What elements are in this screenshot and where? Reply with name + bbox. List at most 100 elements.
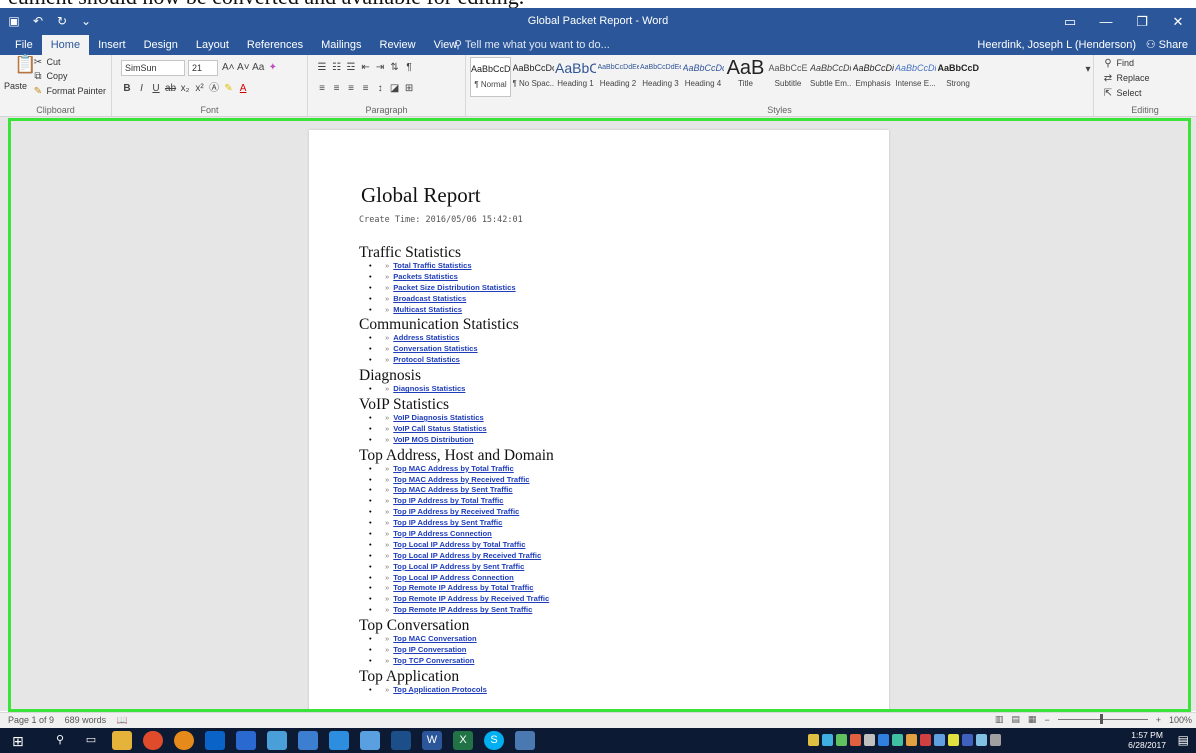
copy-button[interactable]: ⧉ Copy	[32, 70, 67, 84]
increase-indent-icon[interactable]: ⇥	[374, 61, 386, 75]
report-link[interactable]: Diagnosis Statistics	[393, 384, 465, 393]
proofing-icon[interactable]: 📖	[117, 715, 128, 725]
web-layout-icon[interactable]: ▦	[1028, 714, 1037, 725]
skype-icon[interactable]: S	[484, 731, 504, 750]
numbering-icon[interactable]: ☷	[331, 61, 343, 75]
app-icon-3[interactable]	[298, 731, 318, 750]
report-link[interactable]: Top IP Address Connection	[393, 529, 492, 538]
shrink-font-icon[interactable]: A˅	[237, 61, 250, 75]
report-link[interactable]: Conversation Statistics	[393, 344, 477, 353]
shading-icon[interactable]: ◪	[389, 82, 401, 96]
report-link[interactable]: Top IP Address by Total Traffic	[393, 496, 503, 505]
style-card[interactable]: AaBbCcDi Intense E...	[895, 57, 936, 97]
report-link[interactable]: VoIP MOS Distribution	[393, 435, 473, 444]
style-card[interactable]: AaBbC(Heading 1	[555, 57, 596, 97]
tray-icon-11[interactable]	[948, 734, 959, 746]
align-left-icon[interactable]: ≡	[316, 82, 328, 96]
clock[interactable]: 1:57 PM 6/28/2017	[1128, 730, 1166, 750]
zoom-in-icon[interactable]: +	[1156, 715, 1161, 725]
tell-me-box[interactable]: ⚲ Tell me what you want to do...	[454, 38, 610, 52]
style-card[interactable]: AaBbCcDdEe Heading 3	[640, 57, 681, 97]
tray-icon-8[interactable]	[906, 734, 917, 746]
change-case-icon[interactable]: Aa	[252, 61, 264, 75]
app-icon-6[interactable]	[391, 731, 411, 750]
multilevel-list-icon[interactable]: ☲	[345, 61, 357, 75]
pilcrow-icon[interactable]: ¶	[403, 61, 415, 75]
align-right-icon[interactable]: ≡	[345, 82, 357, 96]
borders-icon[interactable]: ⊞	[403, 82, 415, 96]
grow-font-icon[interactable]: A˄	[222, 61, 235, 75]
document-page[interactable]: Global Report Create Time: 2016/05/06 15…	[309, 130, 889, 711]
subscript-icon[interactable]: x₂	[179, 82, 191, 96]
text-effects-icon[interactable]: Ⓐ	[208, 82, 220, 96]
file-explorer-icon[interactable]	[112, 731, 132, 750]
report-link[interactable]: VoIP Diagnosis Statistics	[393, 413, 483, 422]
report-link[interactable]: Top MAC Conversation	[393, 634, 476, 643]
word-icon[interactable]: W	[422, 731, 442, 750]
report-link[interactable]: Top Application Protocols	[393, 685, 487, 694]
report-link[interactable]: Top MAC Address by Received Traffic	[393, 475, 529, 484]
replace-button[interactable]: ⇄ Replace	[1102, 72, 1150, 86]
report-link[interactable]: Top MAC Address by Total Traffic	[393, 464, 514, 473]
style-card[interactable]: AaBbCcDi Emphasis	[853, 57, 894, 97]
page-count[interactable]: Page 1 of 9	[8, 715, 54, 725]
underline-icon[interactable]: U	[150, 82, 162, 96]
minimize-icon[interactable]: —	[1088, 8, 1124, 35]
tray-icon-4[interactable]	[850, 734, 861, 746]
sort-icon[interactable]: ⇅	[389, 61, 401, 75]
bullets-icon[interactable]: ☰	[316, 61, 328, 75]
bold-icon[interactable]: B	[121, 82, 133, 96]
report-link[interactable]: Top Remote IP Address by Total Traffic	[393, 583, 533, 592]
style-card[interactable]: AaBbCcE Subtitle	[768, 57, 809, 97]
task-view-icon[interactable]: ▭	[81, 731, 101, 750]
zoom-level[interactable]: 100%	[1169, 715, 1192, 725]
report-link[interactable]: Top Remote IP Address by Sent Traffic	[393, 605, 532, 614]
print-layout-icon[interactable]: ▤	[1011, 714, 1020, 725]
app-icon-1[interactable]	[236, 731, 256, 750]
styles-scroll[interactable]: ▾	[1082, 63, 1094, 77]
report-link[interactable]: Top IP Address by Sent Traffic	[393, 518, 502, 527]
report-link[interactable]: Top Remote IP Address by Received Traffi…	[393, 594, 549, 603]
report-link[interactable]: Packets Statistics	[393, 272, 458, 281]
paste-button[interactable]: Paste	[4, 81, 27, 91]
word-count[interactable]: 689 words	[65, 715, 107, 725]
find-button[interactable]: ⚲ Find	[1102, 57, 1134, 71]
report-link[interactable]: Packet Size Distribution Statistics	[393, 283, 515, 292]
report-link[interactable]: Top Local IP Address by Total Traffic	[393, 540, 525, 549]
style-card[interactable]: AaBbCcDc Heading 4	[683, 57, 724, 97]
style-card[interactable]: AaBbCcDdEe Heading 2	[598, 57, 639, 97]
tab-review[interactable]: Review	[371, 35, 425, 55]
tray-icon-2[interactable]	[822, 734, 833, 746]
font-size-select[interactable]: 21	[188, 60, 218, 76]
tab-layout[interactable]: Layout	[187, 35, 238, 55]
app-icon-4[interactable]	[329, 731, 349, 750]
tab-design[interactable]: Design	[135, 35, 187, 55]
tab-insert[interactable]: Insert	[89, 35, 135, 55]
restore-icon[interactable]: ❐	[1124, 8, 1160, 35]
app-icon-2[interactable]	[267, 731, 287, 750]
app-icon-7[interactable]	[515, 731, 535, 750]
report-link[interactable]: Top IP Address by Received Traffic	[393, 507, 519, 516]
tray-icon-1[interactable]	[808, 734, 819, 746]
report-link[interactable]: Protocol Statistics	[393, 355, 460, 364]
align-center-icon[interactable]: ≡	[331, 82, 343, 96]
justify-icon[interactable]: ≡	[360, 82, 372, 96]
tab-home[interactable]: Home	[41, 35, 90, 55]
tray-icon-3[interactable]	[836, 734, 847, 746]
search-icon[interactable]: ⚲	[50, 731, 70, 750]
select-button[interactable]: ⇱ Select	[1102, 87, 1142, 101]
line-spacing-icon[interactable]: ↕	[374, 82, 386, 96]
report-link[interactable]: Top Local IP Address by Sent Traffic	[393, 562, 524, 571]
network-icon[interactable]	[976, 734, 987, 746]
style-card[interactable]: AaBbCcDi Subtle Em...	[810, 57, 851, 97]
notification-icon[interactable]: ▤	[1178, 733, 1189, 747]
clear-format-icon[interactable]: ✦	[267, 61, 279, 75]
tab-references[interactable]: References	[238, 35, 312, 55]
report-link[interactable]: Top IP Conversation	[393, 645, 466, 654]
tray-icon-12[interactable]	[962, 734, 973, 746]
report-link[interactable]: VoIP Call Status Statistics	[393, 424, 486, 433]
report-link[interactable]: Address Statistics	[393, 333, 459, 342]
strikethrough-icon[interactable]: ab	[165, 82, 177, 96]
windows-start-icon[interactable]: ⊞	[12, 733, 24, 750]
report-link[interactable]: Top TCP Conversation	[393, 656, 474, 665]
